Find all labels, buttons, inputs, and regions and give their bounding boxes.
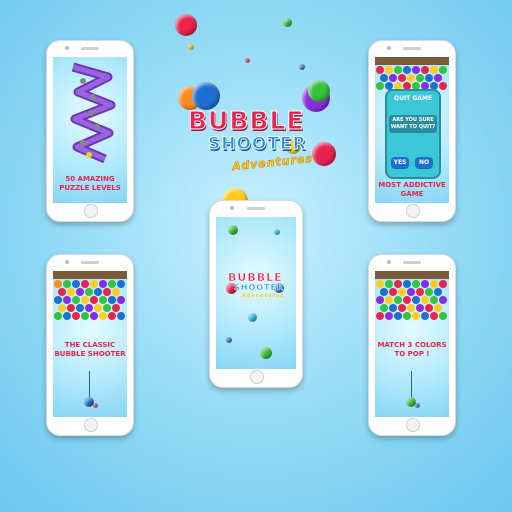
quit-dialog-title: QUIT GAME bbox=[393, 95, 433, 102]
caption-classic: THE CLASSIC BUBBLE SHOOTER bbox=[54, 341, 126, 358]
phone-splash: BUBBLE SHOOTER Adventures bbox=[209, 200, 303, 388]
next-bubble bbox=[93, 403, 98, 408]
floating-bubble-yellow bbox=[188, 44, 194, 50]
phone-camera bbox=[387, 46, 391, 50]
phone-home-button bbox=[406, 204, 420, 218]
phone-camera bbox=[387, 260, 391, 264]
phone-camera bbox=[230, 206, 234, 210]
next-bubble bbox=[415, 403, 420, 408]
game-logo: BUBBLE SHOOTER Adventures bbox=[170, 80, 350, 190]
phone-classic: THE CLASSIC BUBBLE SHOOTER bbox=[46, 254, 134, 436]
phone-home-button bbox=[84, 418, 98, 432]
caption-levels: 50 AMAZING PUZZLE LEVELS bbox=[59, 175, 121, 192]
game-topbar bbox=[375, 57, 449, 65]
splash-logo-shooter: SHOOTER bbox=[234, 283, 285, 292]
quit-dialog: QUIT GAME ARE YOU SURE WANT TO QUIT? YES … bbox=[385, 89, 441, 179]
logo-word-bubble: BUBBLE bbox=[187, 106, 305, 136]
phone-speaker bbox=[247, 207, 265, 210]
phone-home-button bbox=[406, 418, 420, 432]
game-topbar bbox=[53, 271, 127, 279]
phone-speaker bbox=[81, 261, 99, 264]
screen-splash: BUBBLE SHOOTER Adventures bbox=[216, 217, 296, 369]
quit-dialog-question: ARE YOU SURE WANT TO QUIT? bbox=[389, 115, 437, 133]
caption-match: MATCH 3 COLORS TO POP ! bbox=[377, 341, 447, 358]
shooter-aim-line bbox=[89, 371, 90, 399]
splash-bubble-cyan bbox=[274, 229, 280, 235]
screen-levels: 50 AMAZING PUZZLE LEVELS bbox=[53, 57, 127, 203]
phone-speaker bbox=[403, 261, 421, 264]
splash-bubble-blue-bottom bbox=[226, 337, 232, 343]
phone-speaker bbox=[403, 47, 421, 50]
screen-quit: QUIT GAME ARE YOU SURE WANT TO QUIT? YES … bbox=[375, 57, 449, 203]
quit-yes-button[interactable]: YES bbox=[391, 157, 409, 169]
game-topbar bbox=[375, 271, 449, 279]
shooter-aim-line bbox=[411, 371, 412, 399]
phone-match: MATCH 3 COLORS TO POP ! bbox=[368, 254, 456, 436]
caption-quit: MOST ADDICTIVE GAME bbox=[378, 181, 446, 198]
screen-classic: THE CLASSIC BUBBLE SHOOTER bbox=[53, 271, 127, 417]
splash-bubble-green bbox=[228, 225, 238, 235]
screen-match: MATCH 3 COLORS TO POP ! bbox=[375, 271, 449, 417]
phone-camera bbox=[65, 46, 69, 50]
quit-no-button[interactable]: NO bbox=[415, 157, 433, 169]
phone-home-button bbox=[84, 204, 98, 218]
logo-word-adventures: Adventures bbox=[231, 151, 314, 174]
phone-speaker bbox=[81, 47, 99, 50]
floating-bubble-red bbox=[175, 14, 197, 36]
logo-bubble-green bbox=[308, 80, 330, 102]
floating-bubble-green bbox=[283, 18, 292, 27]
splash-bubble-cyan-bottom bbox=[248, 313, 257, 322]
floating-bubble-blue bbox=[299, 64, 305, 70]
splash-logo-adventures: Adventures bbox=[242, 293, 285, 299]
phone-camera bbox=[65, 260, 69, 264]
bubble-grid bbox=[376, 280, 447, 320]
phone-quit: QUIT GAME ARE YOU SURE WANT TO QUIT? YES … bbox=[368, 40, 456, 222]
logo-bubble-red bbox=[312, 142, 336, 166]
floating-bubble-red-small bbox=[245, 58, 250, 63]
logo-word-shooter: SHOOTER bbox=[208, 134, 307, 155]
bubble-grid bbox=[54, 280, 125, 320]
phone-home-button bbox=[250, 370, 264, 384]
splash-bubble-green-bottom bbox=[260, 347, 272, 359]
phone-levels: 50 AMAZING PUZZLE LEVELS bbox=[46, 40, 134, 222]
